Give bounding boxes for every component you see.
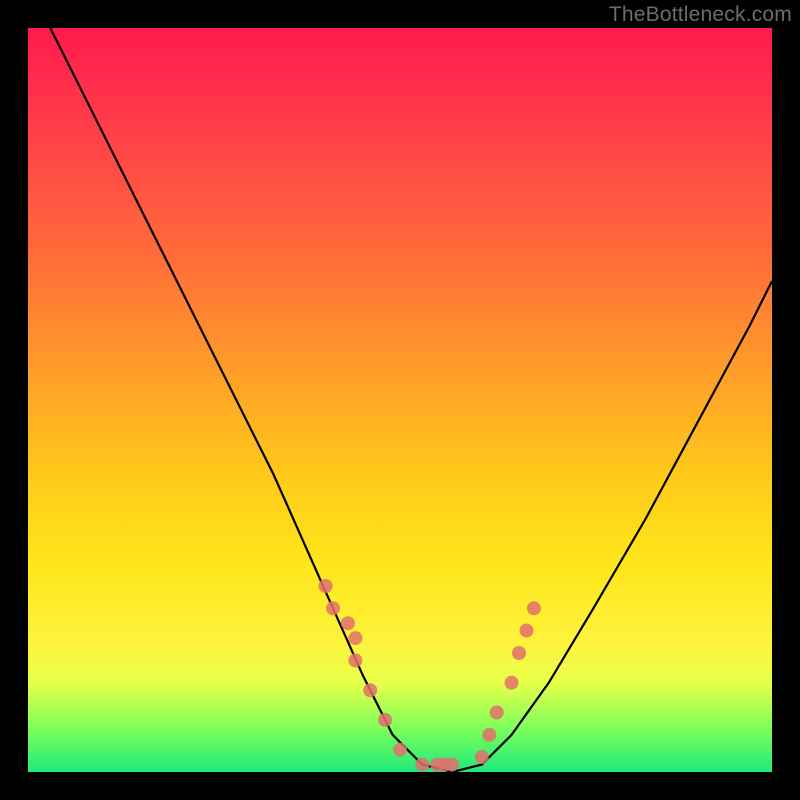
data-dot [505,676,519,690]
data-dot [378,713,392,727]
watermark-text: TheBottleneck.com [609,3,792,27]
data-dot [348,631,362,645]
data-dot [363,683,377,697]
data-dot [326,601,340,615]
left-cluster-dots [319,579,460,772]
data-dot [319,579,333,593]
data-dot [348,653,362,667]
data-dot [393,743,407,757]
chart-svg [28,28,772,772]
data-dot [475,750,489,764]
plot-area [28,28,772,772]
data-dot [445,758,459,772]
chart-frame: TheBottleneck.com [0,0,800,800]
data-dot [512,646,526,660]
data-dot [341,616,355,630]
data-dot [415,758,429,772]
data-dot [527,601,541,615]
data-dot [482,728,496,742]
data-dot [490,706,504,720]
bottleneck-curve [50,28,772,772]
data-dot [520,624,534,638]
